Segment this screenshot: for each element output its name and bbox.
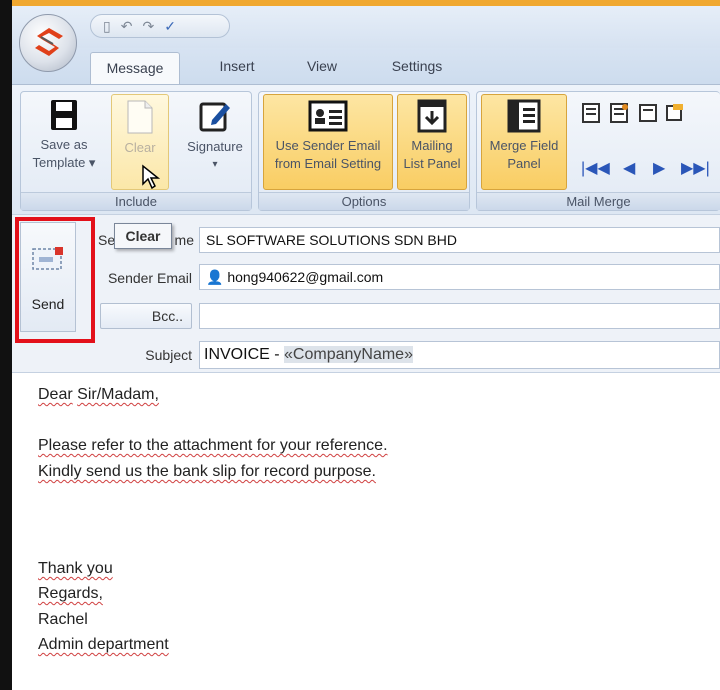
group-label-include: Include xyxy=(21,192,251,210)
ribbon-group-options: Use Sender Email from Email Setting Mail… xyxy=(258,91,470,211)
greeting-dear: Dear xyxy=(38,386,73,403)
merge-field-panel-button[interactable]: Merge Field Panel xyxy=(481,94,567,190)
tab-insert[interactable]: Insert xyxy=(200,48,274,84)
tab-view[interactable]: View xyxy=(292,48,352,84)
bcc-button[interactable]: Bcc.. xyxy=(100,303,192,329)
merge-field-label-2: Panel xyxy=(507,156,541,171)
closing-thank-you: Thank you xyxy=(38,560,113,577)
first-record-icon[interactable]: |◀◀ xyxy=(581,158,610,178)
subject-text: INVOICE - xyxy=(204,346,285,363)
next-record-icon[interactable]: ▶ xyxy=(653,158,665,178)
group-label-options: Options xyxy=(259,192,469,210)
floppy-disk-icon xyxy=(51,100,77,130)
insert-field-2-icon[interactable] xyxy=(609,102,631,124)
greeting-sir: Sir/Madam, xyxy=(77,386,159,403)
sender-email-value: hong940622@gmail.com xyxy=(227,269,384,285)
new-document-icon[interactable]: ▯ xyxy=(103,18,111,35)
preview-icon[interactable] xyxy=(637,102,659,124)
ribbon-group-include: Save as Template ▾ Clear Signature ▾ Inc… xyxy=(20,91,252,211)
sender-email-label: Sender Email xyxy=(107,270,192,286)
quick-access-toolbar: ▯ ↶ ↷ ✓ xyxy=(90,14,230,38)
mailing-list-label-2: List Panel xyxy=(403,156,461,171)
signature-button[interactable]: Signature ▾ xyxy=(181,94,249,190)
tab-message[interactable]: Message xyxy=(90,52,180,84)
save-as-template-button[interactable]: Save as Template ▾ xyxy=(29,94,99,190)
ribbon-tabs: Message Insert View Settings xyxy=(12,48,720,84)
merge-field-company-name[interactable]: «CompanyName» xyxy=(284,346,413,363)
ribbon: Save as Template ▾ Clear Signature ▾ Inc… xyxy=(12,84,720,214)
previous-record-icon[interactable]: ◀ xyxy=(623,158,635,178)
subject-field[interactable]: INVOICE - «CompanyName» xyxy=(199,341,720,369)
contact-card-icon xyxy=(308,100,348,132)
closing-name: Rachel xyxy=(38,611,88,628)
use-sender-email-button[interactable]: Use Sender Email from Email Setting xyxy=(263,94,393,190)
closing-department: Admin department xyxy=(38,636,169,653)
clear-label: Clear xyxy=(124,140,156,155)
contact-person-icon: 👤 xyxy=(206,269,224,285)
sender-name-label-start: Se xyxy=(98,232,116,248)
window-left-frame xyxy=(0,0,12,690)
last-record-icon[interactable]: ▶▶| xyxy=(681,158,710,178)
undo-icon[interactable]: ↶ xyxy=(121,18,133,35)
mailing-list-panel-button[interactable]: Mailing List Panel xyxy=(397,94,467,190)
subject-label: Subject xyxy=(145,347,192,363)
save-as-template-label-2: Template xyxy=(32,155,86,170)
app-logo-icon xyxy=(35,28,63,56)
merge-field-label: Merge Field xyxy=(489,138,559,153)
ribbon-group-mail-merge: Merge Field Panel |◀◀ ◀ ▶ ▶▶| Mail Merge xyxy=(476,91,720,211)
download-list-icon xyxy=(417,99,447,133)
sender-name-field[interactable]: SL SOFTWARE SOLUTIONS SDN BHD xyxy=(199,227,720,253)
body-greeting: Dear Sir/Madam, xyxy=(38,386,159,404)
rules-icon[interactable] xyxy=(665,102,687,124)
panel-icon xyxy=(507,99,541,133)
highlight-box xyxy=(15,217,95,343)
use-sender-email-label: Use Sender Email xyxy=(275,138,381,153)
pen-edit-icon xyxy=(199,102,230,132)
redo-icon[interactable]: ↷ xyxy=(142,18,154,35)
use-sender-email-label-2: from Email Setting xyxy=(274,156,382,171)
mailing-list-label: Mailing xyxy=(411,138,453,153)
sender-email-field[interactable]: 👤 hong940622@gmail.com xyxy=(199,264,720,290)
body-line-2: Kindly send us the bank slip for record … xyxy=(38,463,376,480)
blank-page-icon xyxy=(127,100,153,134)
closing-regards: Regards, xyxy=(38,585,103,602)
application-menu-button[interactable] xyxy=(19,14,77,72)
insert-field-icon[interactable] xyxy=(581,102,603,124)
clear-tooltip: Clear xyxy=(114,223,172,249)
body-line-1: Please refer to the attachment for your … xyxy=(38,437,388,454)
mouse-pointer-icon xyxy=(142,164,161,190)
bcc-field[interactable] xyxy=(199,303,720,329)
tab-settings[interactable]: Settings xyxy=(374,48,460,84)
spellcheck-icon[interactable]: ✓ xyxy=(164,18,176,35)
sender-name-label-end: me xyxy=(174,232,194,248)
signature-label: Signature xyxy=(187,139,243,154)
save-as-template-label: Save as xyxy=(40,137,88,152)
group-label-mail-merge: Mail Merge xyxy=(477,192,720,210)
